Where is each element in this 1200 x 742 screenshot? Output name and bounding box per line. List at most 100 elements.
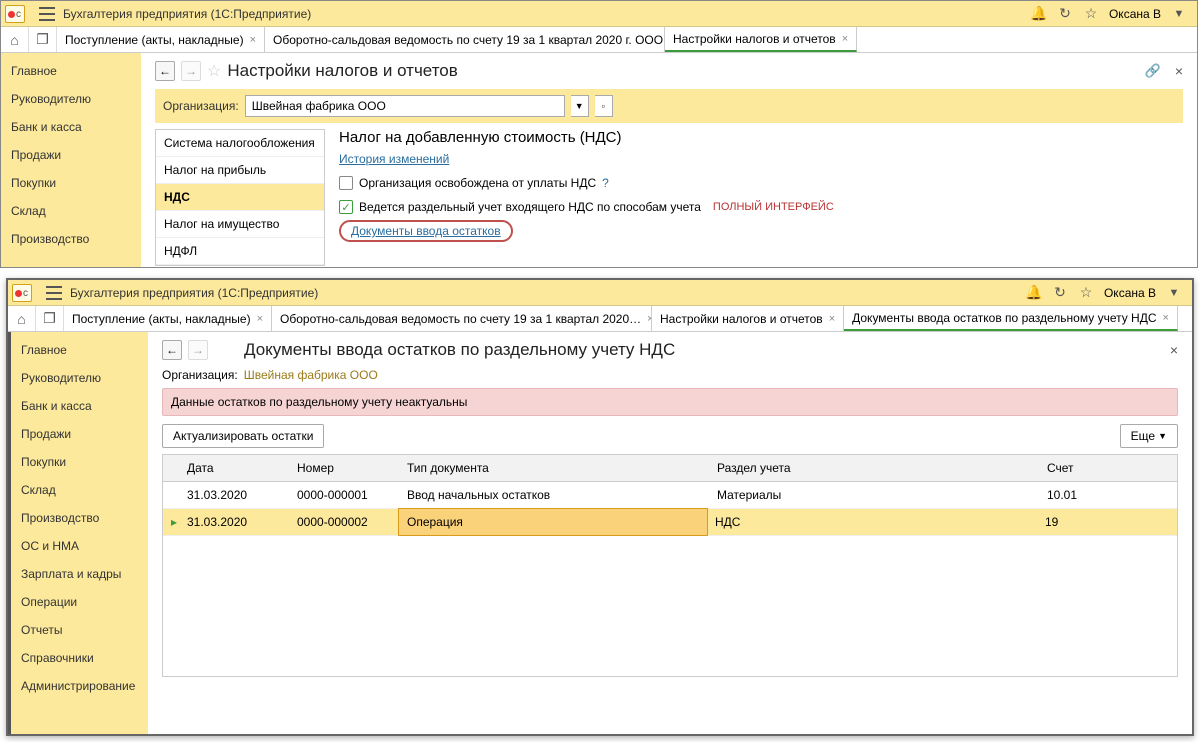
col-type[interactable]: Тип документа [399, 455, 709, 481]
close-icon[interactable]: × [842, 33, 848, 45]
menu-icon[interactable] [46, 286, 62, 300]
sidebar-item[interactable]: Администрирование [11, 672, 148, 700]
tab-report[interactable]: Оборотно-сальдовая ведомость по счету 19… [265, 27, 665, 52]
tab-tax-settings[interactable]: Настройки налогов и отчетов × [665, 27, 857, 52]
close-icon[interactable]: × [1163, 312, 1169, 324]
col-section[interactable]: Раздел учета [709, 455, 1039, 481]
favorite-icon[interactable]: ☆ [207, 61, 221, 81]
col-number[interactable]: Номер [289, 455, 399, 481]
sidebar-item[interactable]: Руководителю [11, 364, 148, 392]
col-account[interactable]: Счет [1039, 455, 1177, 481]
history-icon[interactable]: ↻ [1052, 285, 1068, 301]
home-icon[interactable]: ⌂ [8, 306, 36, 331]
checkbox-split-vat[interactable]: ✓ [339, 200, 353, 214]
home-icon[interactable]: ⌂ [1, 27, 29, 52]
sidebar-item[interactable]: Справочники [11, 644, 148, 672]
user-name[interactable]: Оксана В [1109, 7, 1161, 21]
page-title: Настройки налогов и отчетов [227, 61, 457, 81]
nav-item[interactable]: Налог на прибыль [156, 157, 324, 184]
open-dialog-icon[interactable]: ▫ [595, 95, 613, 117]
tab-report[interactable]: Оборотно-сальдовая ведомость по счету 19… [272, 306, 652, 331]
update-button[interactable]: Актуализировать остатки [162, 424, 324, 448]
close-icon[interactable]: × [257, 313, 263, 325]
cell-account: 19 [1037, 509, 1177, 535]
tab-row-bottom: ⌂ ❐ Поступление (акты, накладные)× Оборо… [8, 306, 1192, 332]
sidebar-item[interactable]: Главное [11, 336, 148, 364]
sidebar-item[interactable]: Банк и касса [11, 392, 148, 420]
close-page-icon[interactable]: × [1175, 63, 1183, 79]
more-button[interactable]: Еще▼ [1120, 424, 1178, 448]
logo-icon [12, 284, 32, 302]
tab-receipts[interactable]: Поступление (акты, накладные)× [64, 306, 272, 331]
sidebar-item[interactable]: Покупки [1, 169, 141, 197]
user-menu-icon[interactable]: ▼ [1166, 285, 1182, 301]
sidebar-item[interactable]: Отчеты [11, 616, 148, 644]
sidebar-item[interactable]: ОС и НМА [11, 532, 148, 560]
user-name[interactable]: Оксана В [1104, 286, 1156, 300]
sidebar-item[interactable]: Покупки [11, 448, 148, 476]
history-link[interactable]: История изменений [339, 152, 449, 166]
section-title: Налог на добавленную стоимость (НДС) [339, 129, 1183, 146]
sidebar-item[interactable]: Склад [11, 476, 148, 504]
tab-row-top: ⌂ ❐ Поступление (акты, накладные)× Оборо… [1, 27, 1197, 53]
cell-number: 0000-000001 [289, 482, 399, 508]
back-button[interactable]: ← [155, 61, 175, 81]
bell-icon[interactable]: 🔔 [1031, 6, 1047, 22]
sidebar-item[interactable]: Склад [1, 197, 141, 225]
forward-button[interactable]: → [188, 340, 208, 360]
org-value[interactable]: Швейная фабрика ООО [244, 368, 378, 382]
menu-icon[interactable] [39, 7, 55, 21]
sidebar-item[interactable]: Продажи [1, 141, 141, 169]
close-icon[interactable]: × [250, 34, 256, 46]
org-label: Организация: [163, 99, 239, 113]
bell-icon[interactable]: 🔔 [1026, 285, 1042, 301]
warning-banner: Данные остатков по раздельному учету неа… [162, 388, 1178, 416]
org-dropdown[interactable]: Швейная фабрика ООО [245, 95, 565, 117]
table-row[interactable]: ▸ 31.03.2020 0000-000002 Операция НДС 19 [163, 509, 1177, 536]
nav-item[interactable]: НДФЛ [156, 238, 324, 265]
close-page-icon[interactable]: × [1170, 342, 1178, 358]
window-documents: Бухгалтерия предприятия (1С:Предприятие)… [6, 278, 1194, 736]
table-row[interactable]: 31.03.2020 0000-000001 Ввод начальных ос… [163, 482, 1177, 509]
link-icon[interactable]: 🔗 [1145, 63, 1161, 79]
documents-link[interactable]: Документы ввода остатков [351, 224, 501, 238]
cell-date: 31.03.2020 [179, 509, 289, 535]
col-date[interactable]: Дата [179, 455, 289, 481]
titlebar-top: Бухгалтерия предприятия (1С:Предприятие)… [1, 1, 1197, 27]
star-icon[interactable]: ☆ [1083, 6, 1099, 22]
settings-nav: Система налогообложения Налог на прибыль… [155, 129, 325, 266]
cell-section: НДС [707, 509, 1037, 535]
history-icon[interactable]: ↻ [1057, 6, 1073, 22]
close-icon[interactable]: × [829, 313, 835, 325]
titlebar-bottom: Бухгалтерия предприятия (1С:Предприятие)… [8, 280, 1192, 306]
sidebar-item[interactable]: Операции [11, 588, 148, 616]
help-icon[interactable]: ? [602, 176, 609, 190]
chevron-down-icon: ▼ [1158, 431, 1167, 441]
star-icon[interactable]: ☆ [1078, 285, 1094, 301]
windows-icon[interactable]: ❐ [36, 306, 64, 331]
dropdown-toggle-icon[interactable]: ▼ [571, 95, 589, 117]
nav-item[interactable]: Система налогообложения [156, 130, 324, 157]
sidebar-item[interactable]: Производство [1, 225, 141, 253]
forward-button[interactable]: → [181, 61, 201, 81]
user-menu-icon[interactable]: ▼ [1171, 6, 1187, 22]
sidebar-item[interactable]: Главное [1, 57, 141, 85]
checkbox-exempt[interactable] [339, 176, 353, 190]
nav-item-nds[interactable]: НДС [156, 184, 324, 211]
sidebar-bottom: Главное Руководителю Банк и касса Продаж… [8, 332, 148, 734]
interface-note: ПОЛНЫЙ ИНТЕРФЕЙС [713, 201, 834, 213]
tab-tax-settings[interactable]: Настройки налогов и отчетов× [652, 306, 844, 331]
windows-icon[interactable]: ❐ [29, 27, 57, 52]
highlight-oval: Документы ввода остатков [339, 220, 513, 242]
sidebar-item[interactable]: Банк и касса [1, 113, 141, 141]
cell-number: 0000-000002 [289, 509, 399, 535]
sidebar-item[interactable]: Руководителю [1, 85, 141, 113]
sidebar-item[interactable]: Зарплата и кадры [11, 560, 148, 588]
back-button[interactable]: ← [162, 340, 182, 360]
sidebar-item[interactable]: Производство [11, 504, 148, 532]
nav-item[interactable]: Налог на имущество [156, 211, 324, 238]
tab-label: Настройки налогов и отчетов [673, 32, 836, 46]
sidebar-item[interactable]: Продажи [11, 420, 148, 448]
tab-documents[interactable]: Документы ввода остатков по раздельному … [844, 306, 1178, 331]
tab-receipts[interactable]: Поступление (акты, накладные)× [57, 27, 265, 52]
